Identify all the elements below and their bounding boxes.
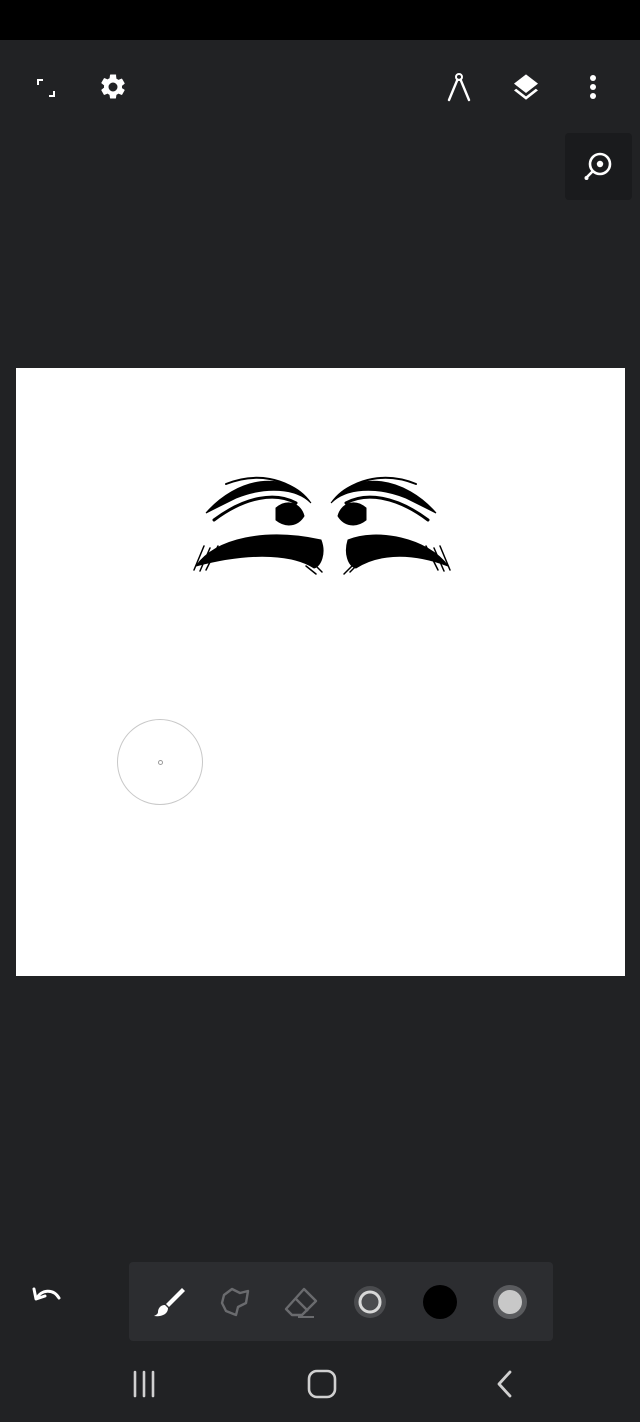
tool-palette — [129, 1262, 553, 1341]
brush-size-icon — [354, 1286, 386, 1318]
undo-icon — [32, 1287, 61, 1301]
back-button[interactable] — [484, 1367, 524, 1401]
opacity-button[interactable] — [490, 1282, 530, 1322]
brush-cursor — [117, 719, 203, 805]
back-icon — [497, 1370, 512, 1398]
undo-button[interactable] — [26, 1278, 68, 1314]
home-icon — [307, 1369, 337, 1399]
eyes-drawing — [193, 476, 451, 575]
fullscreen-button[interactable] — [28, 70, 64, 106]
color-picker-button[interactable] — [420, 1282, 460, 1322]
brush-size-button[interactable] — [350, 1282, 390, 1322]
recents-icon — [133, 1370, 155, 1398]
drawing-canvas[interactable] — [16, 368, 625, 976]
recents-button[interactable] — [124, 1367, 164, 1401]
more-vertical-icon — [590, 75, 596, 99]
opacity-icon — [493, 1285, 527, 1319]
zoom-button[interactable] — [565, 133, 632, 200]
home-button[interactable] — [302, 1367, 342, 1401]
ruler-button[interactable] — [440, 68, 478, 106]
eraser-icon — [284, 1287, 318, 1318]
layers-button[interactable] — [506, 68, 546, 106]
fullscreen-icon — [37, 79, 55, 97]
settings-button[interactable] — [94, 68, 132, 106]
layers-icon — [514, 74, 538, 100]
lasso-tool[interactable] — [215, 1282, 255, 1322]
system-nav-bar — [0, 1345, 640, 1422]
lasso-icon — [220, 1287, 250, 1317]
compass-icon — [447, 73, 471, 102]
zoom-icon — [584, 152, 612, 180]
color-swatch — [423, 1285, 457, 1319]
eraser-tool[interactable] — [281, 1282, 321, 1322]
brush-cursor-center — [158, 760, 163, 765]
brush-icon — [154, 1288, 185, 1317]
status-bar — [0, 0, 640, 40]
brush-tool[interactable] — [149, 1282, 189, 1322]
settings-icon — [101, 74, 125, 99]
more-options-button[interactable] — [576, 68, 610, 106]
